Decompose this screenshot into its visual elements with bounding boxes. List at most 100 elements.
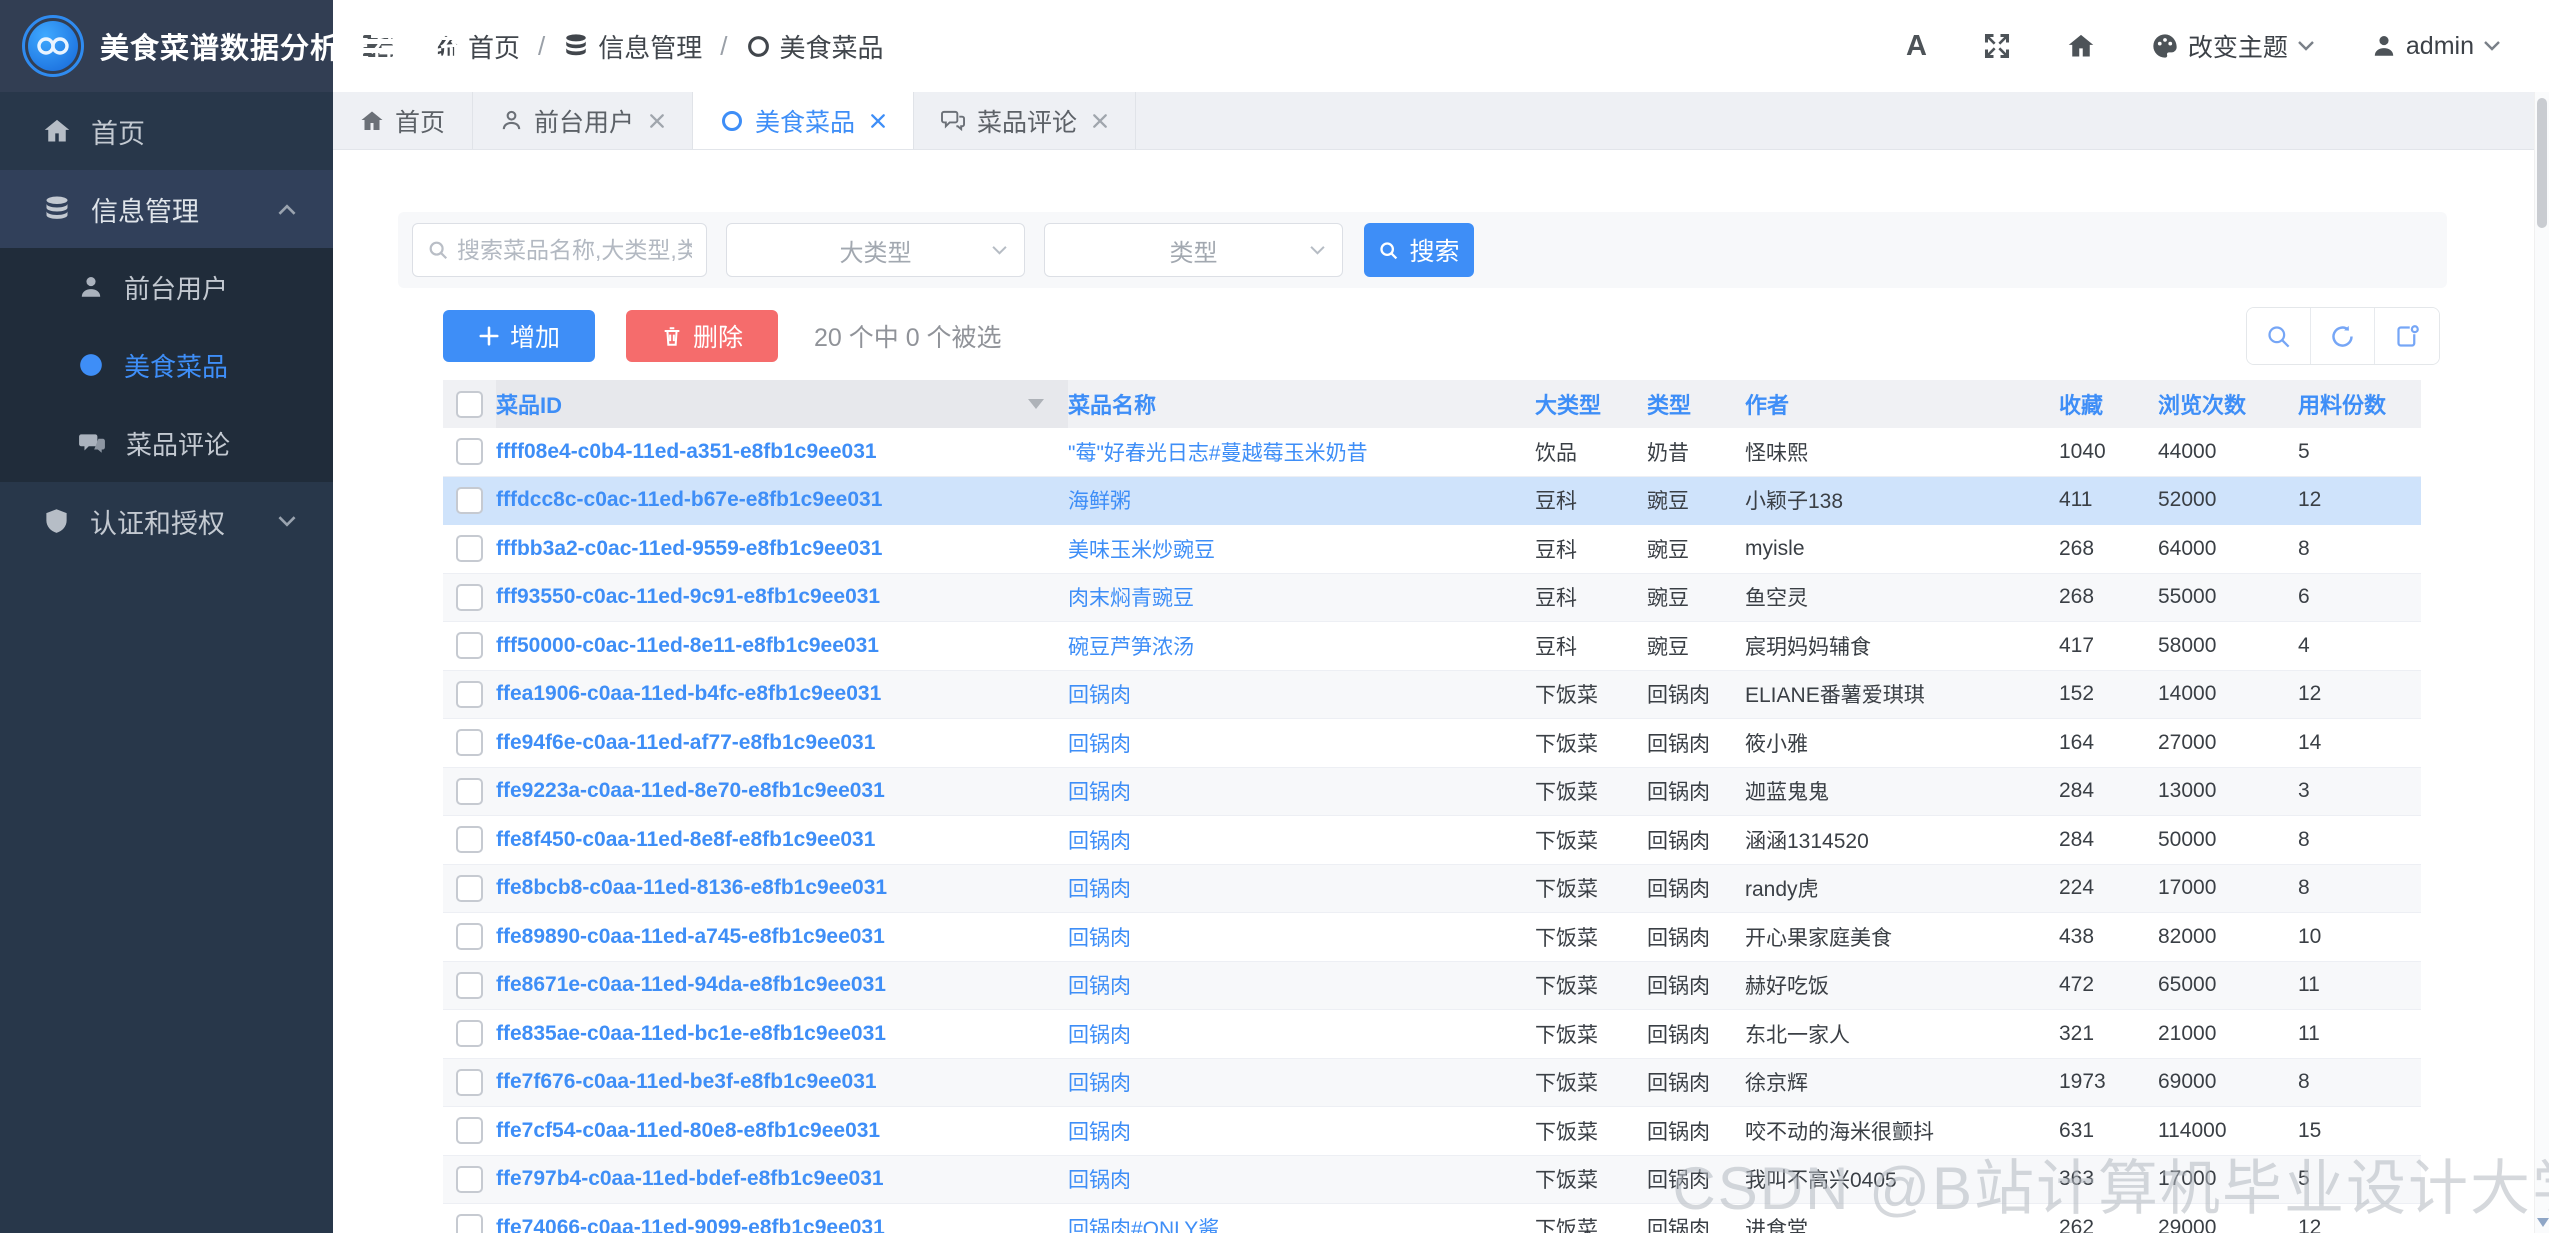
sidebar-item-auth[interactable]: 认证和授权 [0,482,333,560]
row-checkbox[interactable] [456,778,483,805]
font-size-button[interactable]: A [1906,30,1927,63]
dish-id-link[interactable]: ffe9223a-c0aa-11ed-8e70-e8fb1c9ee031 [496,779,885,803]
table-row[interactable]: ffe8bcb8-c0aa-11ed-8136-e8fb1c9ee031 回锅肉… [443,865,2421,914]
tab-frontend-users[interactable]: 前台用户 [473,92,693,149]
dish-name-link[interactable]: 回锅肉 [1068,830,1131,853]
sidebar-item-info-management[interactable]: 信息管理 [0,170,333,248]
dish-id-link[interactable]: ffe8671e-c0aa-11ed-94da-e8fb1c9ee031 [496,973,886,997]
row-checkbox[interactable] [456,438,483,465]
breadcrumb-item-info[interactable]: 信息管理 [563,28,702,65]
column-header-category[interactable]: 大类型 [1535,388,1647,420]
row-checkbox[interactable] [456,972,483,999]
search-button[interactable]: 搜索 [1364,223,1474,277]
dish-id-link[interactable]: ffe89890-c0aa-11ed-a745-e8fb1c9ee031 [496,925,885,949]
dish-id-link[interactable]: fffdcc8c-c0ac-11ed-b67e-e8fb1c9ee031 [496,488,882,512]
close-icon[interactable] [649,113,665,129]
table-row[interactable]: fffdcc8c-c0ac-11ed-b67e-e8fb1c9ee031 海鲜粥… [443,477,2421,526]
row-checkbox[interactable] [456,923,483,950]
sidebar-item-food-dishes[interactable]: 美食菜品 [0,326,333,404]
columns-settings-button[interactable] [2375,308,2439,364]
scroll-down-arrow-icon[interactable] [2537,1218,2549,1227]
select-all-checkbox[interactable] [456,391,483,418]
table-row[interactable]: fff50000-c0ac-11ed-8e11-e8fb1c9ee031 碗豆芦… [443,622,2421,671]
row-checkbox[interactable] [456,729,483,756]
table-row[interactable]: fff93550-c0ac-11ed-9c91-e8fb1c9ee031 肉末焖… [443,574,2421,623]
table-row[interactable]: ffe89890-c0aa-11ed-a745-e8fb1c9ee031 回锅肉… [443,913,2421,962]
theme-switcher[interactable]: 改变主题 [2151,28,2315,64]
dish-id-link[interactable]: ffe7f676-c0aa-11ed-be3f-e8fb1c9ee031 [496,1070,877,1094]
home-button[interactable] [2067,32,2095,60]
row-checkbox[interactable] [456,487,483,514]
row-checkbox[interactable] [456,1117,483,1144]
dish-name-link[interactable]: 回锅肉 [1068,878,1131,901]
dish-name-link[interactable]: 碗豆芦笋浓汤 [1068,636,1194,659]
sidebar-item-frontend-users[interactable]: 前台用户 [0,248,333,326]
dish-name-link[interactable]: 肉末焖青豌豆 [1068,587,1194,610]
column-header-type[interactable]: 类型 [1647,388,1745,420]
row-checkbox[interactable] [456,535,483,562]
table-row[interactable]: ffff08e4-c0b4-11ed-a351-e8fb1c9ee031 "莓"… [443,428,2421,477]
dish-name-link[interactable]: 美味玉米炒豌豆 [1068,539,1215,562]
type-select[interactable]: 类型 [1044,223,1343,277]
tab-food-dishes[interactable]: 美食菜品 [693,92,914,149]
dish-id-link[interactable]: fffbb3a2-c0ac-11ed-9559-e8fb1c9ee031 [496,537,882,561]
column-header-id[interactable]: 菜品ID [496,380,1068,428]
column-header-portions[interactable]: 用料份数 [2298,388,2421,420]
dish-id-link[interactable]: ffe94f6e-c0aa-11ed-af77-e8fb1c9ee031 [496,731,875,755]
major-category-select[interactable]: 大类型 [726,223,1025,277]
sort-descending-icon[interactable] [1028,399,1044,409]
dish-id-link[interactable]: fff93550-c0ac-11ed-9c91-e8fb1c9ee031 [496,585,880,609]
breadcrumb-item-dishes[interactable]: 美食菜品 [746,28,884,65]
column-header-name[interactable]: 菜品名称 [1068,388,1535,420]
row-checkbox[interactable] [456,875,483,902]
vertical-scrollbar[interactable] [2534,92,2549,1233]
dish-id-link[interactable]: ffea1906-c0aa-11ed-b4fc-e8fb1c9ee031 [496,682,881,706]
dish-id-link[interactable]: ffe74066-c0aa-11ed-9099-e8fb1c9ee031 [496,1216,885,1233]
table-row[interactable]: ffe9223a-c0aa-11ed-8e70-e8fb1c9ee031 回锅肉… [443,768,2421,817]
dish-id-link[interactable]: ffe835ae-c0aa-11ed-bc1e-e8fb1c9ee031 [496,1022,886,1046]
dish-name-link[interactable]: 回锅肉 [1068,1072,1131,1095]
search-toggle-button[interactable] [2247,308,2311,364]
fullscreen-button[interactable] [1983,32,2011,60]
row-checkbox[interactable] [456,681,483,708]
delete-button[interactable]: 删除 [626,310,778,362]
sidebar-item-home[interactable]: 首页 [0,92,333,170]
column-header-author[interactable]: 作者 [1745,388,2059,420]
table-row[interactable]: ffe8f450-c0aa-11ed-8e8f-e8fb1c9ee031 回锅肉… [443,816,2421,865]
tab-dish-comments[interactable]: 菜品评论 [914,92,1136,149]
row-checkbox[interactable] [456,1214,483,1233]
column-header-favorites[interactable]: 收藏 [2059,388,2158,420]
table-row[interactable]: ffe7cf54-c0aa-11ed-80e8-e8fb1c9ee031 回锅肉… [443,1107,2421,1156]
column-header-views[interactable]: 浏览次数 [2158,388,2298,420]
dish-name-link[interactable]: 回锅肉 [1068,1024,1131,1047]
table-row[interactable]: ffe7f676-c0aa-11ed-be3f-e8fb1c9ee031 回锅肉… [443,1059,2421,1108]
row-checkbox[interactable] [456,632,483,659]
close-icon[interactable] [1092,113,1108,129]
table-row[interactable]: fffbb3a2-c0ac-11ed-9559-e8fb1c9ee031 美味玉… [443,525,2421,574]
scrollbar-thumb[interactable] [2537,98,2547,228]
row-checkbox[interactable] [456,1020,483,1047]
search-input[interactable] [457,237,692,264]
dish-name-link[interactable]: 回锅肉 [1068,1121,1131,1144]
sidebar-item-dish-comments[interactable]: 菜品评论 [0,404,333,482]
refresh-button[interactable] [2311,308,2375,364]
dish-id-link[interactable]: ffe797b4-c0aa-11ed-bdef-e8fb1c9ee031 [496,1167,884,1191]
row-checkbox[interactable] [456,1069,483,1096]
dish-id-link[interactable]: ffff08e4-c0b4-11ed-a351-e8fb1c9ee031 [496,440,877,464]
dish-name-link[interactable]: "莓"好春光日志#蔓越莓玉米奶昔 [1068,442,1368,465]
dish-id-link[interactable]: fff50000-c0ac-11ed-8e11-e8fb1c9ee031 [496,634,879,658]
dish-id-link[interactable]: ffe8f450-c0aa-11ed-8e8f-e8fb1c9ee031 [496,828,875,852]
dish-id-link[interactable]: ffe7cf54-c0aa-11ed-80e8-e8fb1c9ee031 [496,1119,880,1143]
close-icon[interactable] [870,113,886,129]
dish-name-link[interactable]: 回锅肉 [1068,975,1131,998]
dish-name-link[interactable]: 回锅肉 [1068,1169,1131,1192]
dish-name-link[interactable]: 回锅肉 [1068,927,1131,950]
table-row[interactable]: ffe94f6e-c0aa-11ed-af77-e8fb1c9ee031 回锅肉… [443,719,2421,768]
tab-home[interactable]: 首页 [333,92,473,149]
row-checkbox[interactable] [456,826,483,853]
add-button[interactable]: 增加 [443,310,595,362]
table-row[interactable]: ffe797b4-c0aa-11ed-bdef-e8fb1c9ee031 回锅肉… [443,1156,2421,1205]
table-row[interactable]: ffe835ae-c0aa-11ed-bc1e-e8fb1c9ee031 回锅肉… [443,1010,2421,1059]
user-menu[interactable]: admin [2371,32,2501,61]
dish-id-link[interactable]: ffe8bcb8-c0aa-11ed-8136-e8fb1c9ee031 [496,876,887,900]
